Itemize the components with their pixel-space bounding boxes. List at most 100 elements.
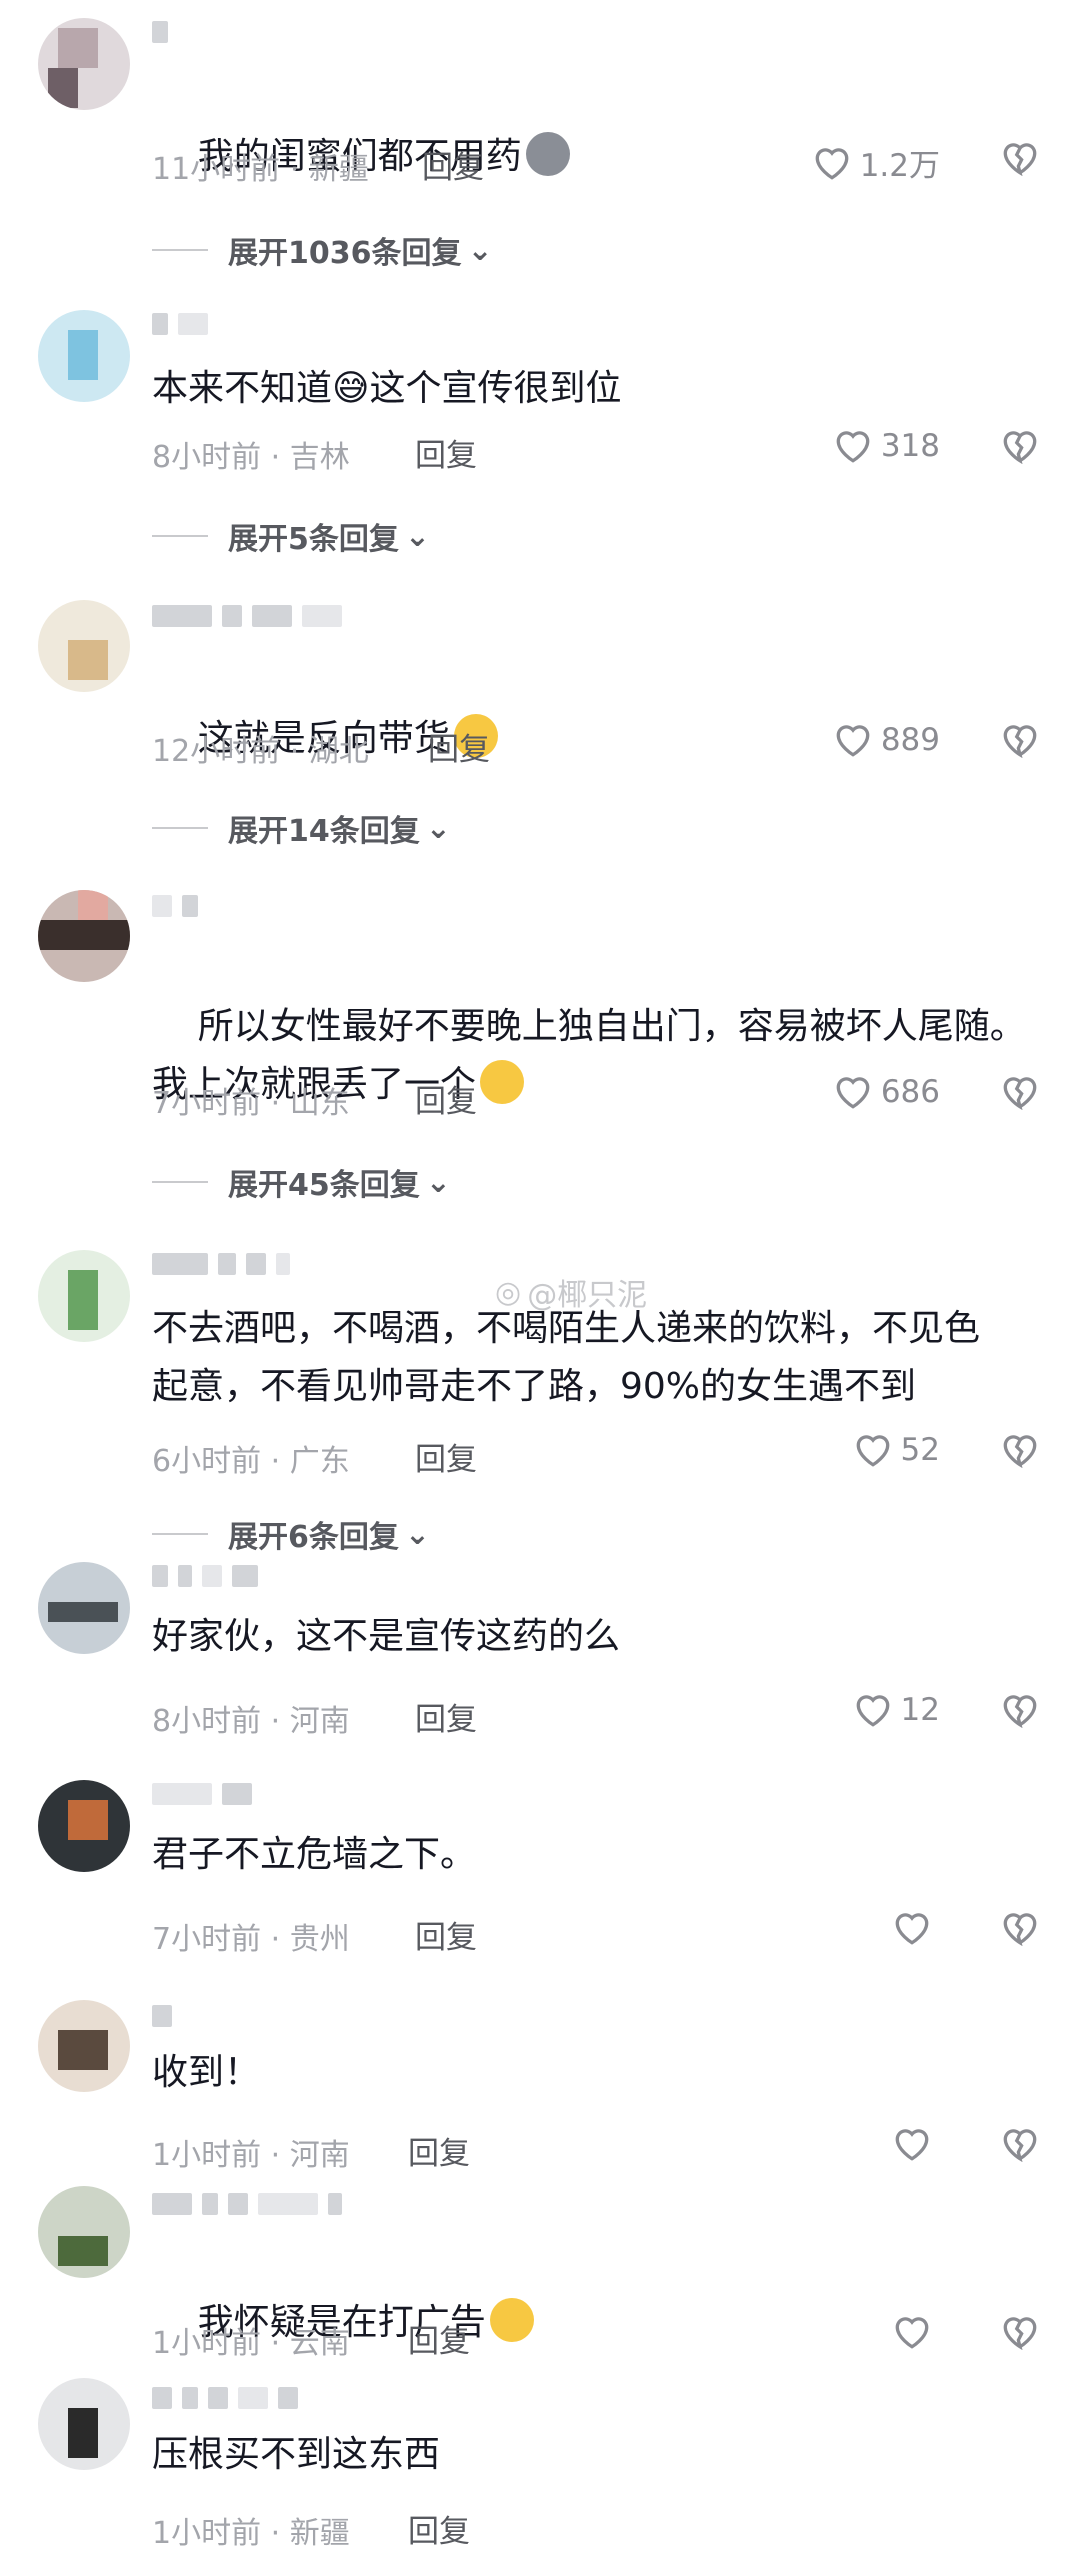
- like-button[interactable]: 889: [833, 722, 940, 758]
- broken-heart-icon: [1003, 1913, 1037, 1946]
- expand-label: 展开14条回复: [228, 814, 420, 849]
- like-count: 12: [900, 1692, 940, 1728]
- chevron-down-icon: ⌄: [467, 232, 493, 268]
- heart-icon: [836, 1077, 870, 1109]
- avatar[interactable]: [38, 1780, 130, 1872]
- like-button[interactable]: [892, 2314, 940, 2350]
- expand-replies-button[interactable]: 展开6条回复 ⌄: [152, 1512, 430, 1556]
- avatar[interactable]: [38, 2378, 130, 2470]
- dislike-button[interactable]: [1000, 428, 1040, 464]
- reply-button[interactable]: 回复: [408, 2128, 470, 2173]
- comment-meta: 12小时前 · 湖北: [152, 734, 369, 769]
- comment-meta: 1小时前 · 新疆: [152, 2516, 350, 2551]
- avatar[interactable]: [38, 1562, 130, 1654]
- expand-label: 展开6条回复: [228, 1520, 399, 1555]
- heart-icon: [895, 2129, 929, 2161]
- avatar[interactable]: [38, 310, 130, 402]
- broken-heart-icon: [1003, 2129, 1037, 2162]
- comment-text: 收到！: [152, 2052, 261, 2093]
- broken-heart-icon: [1003, 2317, 1037, 2350]
- like-button[interactable]: 686: [833, 1074, 940, 1110]
- dislike-button[interactable]: [1000, 140, 1040, 176]
- username-redacted[interactable]: [152, 18, 168, 46]
- dislike-button[interactable]: [1000, 1910, 1040, 1946]
- reply-button[interactable]: 回复: [408, 2506, 470, 2551]
- like-button[interactable]: 1.2万: [812, 140, 940, 185]
- reply-button[interactable]: 回复: [415, 1076, 477, 1121]
- expand-label: 展开5条回复: [228, 522, 399, 557]
- dislike-button[interactable]: [1000, 722, 1040, 758]
- comment-meta: 8小时前 · 河南: [152, 1704, 350, 1739]
- expand-replies-button[interactable]: 展开45条回复 ⌄: [152, 1160, 451, 1204]
- comment-meta: 11小时前 · 新疆: [152, 152, 369, 187]
- broken-heart-icon: [1003, 1435, 1037, 1468]
- dislike-button[interactable]: [1000, 1074, 1040, 1110]
- broken-heart-icon: [1003, 1695, 1037, 1728]
- broken-heart-icon: [1003, 143, 1037, 176]
- comment-text: 压根买不到这东西: [152, 2434, 441, 2475]
- comment-meta: 6小时前 · 广东: [152, 1444, 350, 1479]
- reply-button[interactable]: 回复: [415, 430, 477, 475]
- reply-button[interactable]: 回复: [415, 1434, 477, 1479]
- username-redacted[interactable]: [152, 1780, 252, 1808]
- like-button[interactable]: [892, 2126, 940, 2162]
- dislike-button[interactable]: [1000, 1692, 1040, 1728]
- reply-button[interactable]: 回复: [415, 1694, 477, 1739]
- like-count: 318: [880, 428, 940, 464]
- heart-icon: [815, 147, 849, 180]
- expand-replies-button[interactable]: 展开14条回复 ⌄: [152, 806, 451, 850]
- username-redacted[interactable]: [152, 1562, 258, 1590]
- expand-label: 展开45条回复: [228, 1168, 420, 1203]
- expand-replies-button[interactable]: 展开1036条回复 ⌄: [152, 228, 493, 272]
- dislike-button[interactable]: [1000, 2126, 1040, 2162]
- broken-heart-icon: [1003, 431, 1037, 464]
- reply-button[interactable]: 回复: [415, 1912, 477, 1957]
- avatar[interactable]: [38, 600, 130, 692]
- chevron-down-icon: ⌄: [404, 1516, 431, 1552]
- username-redacted[interactable]: [152, 2384, 298, 2412]
- like-count: 889: [880, 722, 940, 758]
- like-button[interactable]: [892, 1910, 940, 1946]
- comment-meta: 7小时前 · 山东: [152, 1086, 350, 1121]
- like-button[interactable]: 52: [853, 1432, 940, 1468]
- like-count: 52: [900, 1432, 940, 1468]
- username-redacted[interactable]: [152, 310, 208, 338]
- reply-button[interactable]: 回复: [428, 724, 490, 769]
- username-redacted[interactable]: [152, 602, 342, 630]
- like-count: 686: [880, 1074, 940, 1110]
- chevron-down-icon: ⌄: [404, 518, 431, 554]
- comment-text: 好家伙，这不是宣传这药的么: [152, 1616, 621, 1657]
- reply-button[interactable]: 回复: [422, 142, 484, 187]
- chevron-down-icon: ⌄: [425, 1164, 451, 1200]
- like-count: 1.2万: [859, 148, 940, 184]
- reply-button[interactable]: 回复: [408, 2316, 470, 2361]
- chevron-down-icon: ⌄: [425, 810, 451, 846]
- username-redacted[interactable]: [152, 1250, 290, 1278]
- heart-icon: [856, 1435, 889, 1467]
- avatar[interactable]: [38, 890, 130, 982]
- comment-text: 不去酒吧，不喝酒，不喝陌生人递来的饮料，不见色 起意，不看见帅哥走不了路，90%…: [152, 1308, 981, 1407]
- dislike-button[interactable]: [1000, 2314, 1040, 2350]
- heart-icon: [895, 2317, 929, 2349]
- comment-text: 所以女性最好不要晚上独自出门，容易被坏人尾随。 我上次就跟丢了一个: [152, 1006, 1026, 1105]
- expand-replies-button[interactable]: 展开5条回复 ⌄: [152, 514, 430, 558]
- avatar[interactable]: [38, 1250, 130, 1342]
- dislike-button[interactable]: [1000, 1432, 1040, 1468]
- comment-text: 本来不知道😅这个宣传很到位: [152, 368, 622, 409]
- heart-icon: [895, 1913, 929, 1945]
- heart-icon: [836, 725, 870, 757]
- like-button[interactable]: 318: [833, 428, 940, 464]
- like-button[interactable]: 12: [853, 1692, 940, 1728]
- username-redacted[interactable]: [152, 892, 198, 920]
- username-redacted[interactable]: [152, 2002, 172, 2030]
- avatar[interactable]: [38, 18, 130, 110]
- comment-text: 君子不立危墙之下。: [152, 1834, 477, 1875]
- comment-meta: 1小时前 · 河南: [152, 2138, 350, 2173]
- comment-meta: 1小时前 · 云南: [152, 2326, 350, 2361]
- username-redacted[interactable]: [152, 2190, 342, 2218]
- expand-label: 展开1036条回复: [228, 236, 462, 271]
- avatar[interactable]: [38, 2186, 130, 2278]
- pleading-face-emoji: [480, 1060, 525, 1104]
- dog-face-emoji: [525, 132, 570, 176]
- avatar[interactable]: [38, 2000, 130, 2092]
